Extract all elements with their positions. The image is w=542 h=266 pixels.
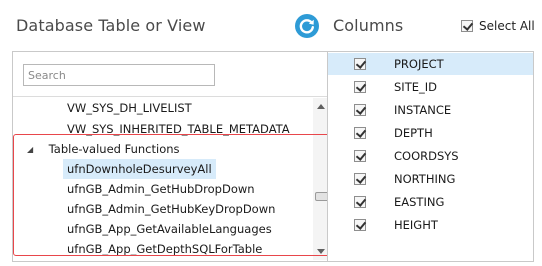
column-name: HEIGHT — [394, 218, 438, 232]
column-name: DEPTH — [394, 126, 433, 140]
tree-item-label: ufnGB_App_GetDepthSQLForTable — [67, 242, 263, 256]
column-name: INSTANCE — [394, 103, 452, 117]
tree-item[interactable]: ufnGB_App_GetAvailableLanguages — [63, 219, 276, 239]
tree-item[interactable]: VW_SYS_DH_LIVELIST — [63, 98, 196, 118]
column-row[interactable]: DEPTH — [328, 122, 533, 144]
column-name: EASTING — [394, 195, 445, 209]
column-row[interactable]: COORDSYS — [328, 145, 533, 167]
checkbox-icon[interactable] — [354, 81, 367, 93]
tree-item-label: ufnDownholeDesurveyAll — [63, 159, 216, 179]
tree-item[interactable]: ufnGB_Admin_GetHubKeyDropDown — [63, 199, 279, 219]
tree-item-label: ufnGB_Admin_GetHubDropDown — [67, 182, 255, 196]
collapse-triangle-icon[interactable]: ◢ — [27, 140, 41, 160]
tree-item-label: ufnGB_Admin_GetHubKeyDropDown — [67, 202, 276, 216]
tree-item[interactable]: ufnGB_Admin_GetHubDropDown — [63, 179, 259, 199]
tree-group-table-valued-functions[interactable]: ◢ Table-valued Functions — [27, 139, 184, 159]
table-or-view-heading: Database Table or View — [16, 16, 206, 35]
tree-item-selected[interactable]: ufnDownholeDesurveyAll — [63, 159, 216, 179]
tree-item[interactable]: ufnGB_App_GetDepthSQLForTable — [63, 239, 266, 259]
checkbox-icon[interactable] — [354, 150, 367, 162]
checkbox-icon[interactable] — [354, 104, 367, 116]
columns-list: PROJECT SITE_ID INSTANCE DEPTH COORDSYS … — [327, 51, 534, 262]
column-name: COORDSYS — [394, 149, 459, 163]
tree-item-label: VW_SYS_INHERITED_TABLE_METADATA — [67, 122, 290, 136]
column-row[interactable]: INSTANCE — [328, 99, 533, 121]
columns-heading: Columns — [333, 16, 404, 35]
search-area — [13, 52, 331, 97]
column-row[interactable]: HEIGHT — [328, 214, 533, 236]
column-name: NORTHING — [394, 172, 456, 186]
checkbox-icon[interactable] — [354, 219, 367, 231]
scroll-up-icon[interactable] — [317, 104, 325, 109]
checkbox-icon[interactable] — [354, 196, 367, 208]
table-tree: VW_SYS_DH_LIVELIST VW_SYS_INHERITED_TABL… — [13, 98, 313, 260]
column-row[interactable]: EASTING — [328, 191, 533, 213]
checkbox-icon — [461, 20, 474, 32]
select-all-label: Select All — [479, 19, 535, 33]
checkbox-icon[interactable] — [354, 58, 367, 70]
column-name: PROJECT — [394, 57, 444, 71]
tree-item[interactable]: VW_SYS_INHERITED_TABLE_METADATA — [63, 119, 294, 139]
tree-item-label: ufnGB_App_GetAvailableLanguages — [67, 222, 272, 236]
checkbox-icon[interactable] — [354, 127, 367, 139]
column-row[interactable]: NORTHING — [328, 168, 533, 190]
refresh-button[interactable] — [294, 13, 320, 39]
column-name: SITE_ID — [394, 80, 437, 94]
tree-group-label: Table-valued Functions — [48, 142, 180, 156]
search-input[interactable] — [23, 64, 215, 86]
table-browser-panel: VW_SYS_DH_LIVELIST VW_SYS_INHERITED_TABL… — [12, 51, 332, 262]
tree-item-label: VW_SYS_DH_LIVELIST — [67, 101, 192, 115]
column-row[interactable]: SITE_ID — [328, 76, 533, 98]
checkbox-icon[interactable] — [354, 173, 367, 185]
scroll-down-icon[interactable] — [317, 249, 325, 254]
column-row[interactable]: PROJECT — [328, 53, 533, 75]
refresh-icon — [295, 14, 319, 38]
